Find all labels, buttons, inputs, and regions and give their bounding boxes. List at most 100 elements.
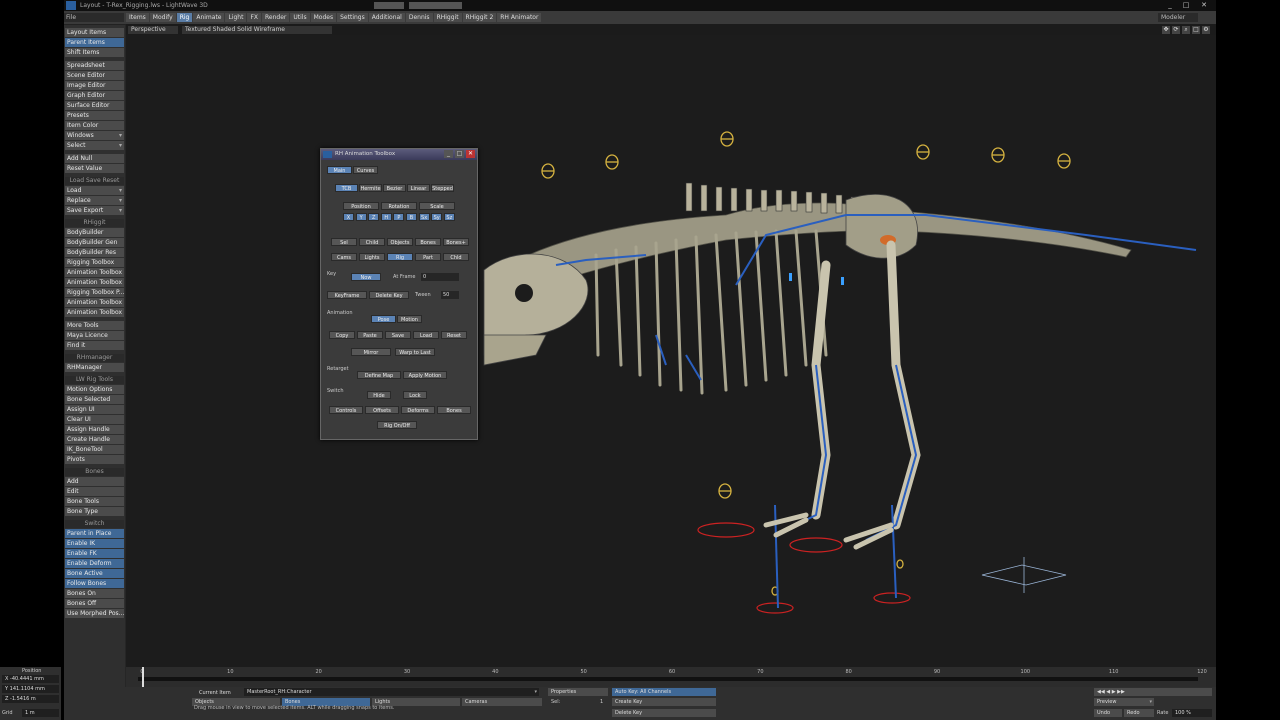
tab-rhiggit[interactable]: RHiggit	[433, 13, 462, 22]
tab-rhiggit-2[interactable]: RHiggit 2	[462, 13, 497, 22]
sidebar-item-follow-bones[interactable]: Follow Bones	[65, 579, 124, 588]
sidebar-item-shift-items[interactable]: Shift Items	[65, 48, 124, 57]
hermite-button[interactable]: Hermite	[359, 184, 382, 192]
sidebar-item-parent-items[interactable]: Parent Items	[65, 38, 124, 47]
sidebar-item-save-export[interactable]: Save Export ▾	[65, 206, 124, 215]
sidebar-item-edit[interactable]: Edit	[65, 487, 124, 496]
tab-fx[interactable]: FX	[247, 13, 262, 22]
current-item-dropdown[interactable]: MasterRoot_RH:Character ▾	[244, 688, 539, 696]
sidebar-item-bone-active[interactable]: Bone Active	[65, 569, 124, 578]
warp-to-last-button[interactable]: Warp to Last	[395, 348, 435, 356]
sidebar-item-animation-toolbox[interactable]: Animation Toolbox	[65, 308, 124, 317]
sidebar-item-bodybuilder-gen[interactable]: BodyBuilder Gen	[65, 238, 124, 247]
tab-items[interactable]: Items	[126, 13, 149, 22]
y-coord-field[interactable]: Y 141.1104 mm	[2, 685, 59, 693]
cameras-button[interactable]: Cameras	[462, 698, 542, 706]
rate-field[interactable]: 100 %	[1172, 709, 1212, 717]
panel-minimize-icon[interactable]: _	[444, 150, 453, 158]
position-button[interactable]: Position	[343, 202, 379, 210]
offsets-button[interactable]: Offsets	[365, 406, 399, 414]
current-frame-marker[interactable]	[142, 667, 144, 687]
sidebar-item-maya-licence[interactable]: Maya Licence	[65, 331, 124, 340]
sidebar-item-rigging-toolbox-p-[interactable]: Rigging Toolbox P...	[65, 288, 124, 297]
paste-button[interactable]: Paste	[357, 331, 383, 339]
sidebar-item-motion-options[interactable]: Motion Options	[65, 385, 124, 394]
sidebar-item-image-editor[interactable]: Image Editor	[65, 81, 124, 90]
save-button[interactable]: Save	[385, 331, 411, 339]
panel-tab-curves[interactable]: Curves	[353, 166, 378, 174]
sidebar-item-clear-ui[interactable]: Clear UI	[65, 415, 124, 424]
sidebar-item-animation-toolbox[interactable]: Animation Toolbox	[65, 298, 124, 307]
pose-button[interactable]: Pose	[371, 315, 396, 323]
deforms-button[interactable]: Deforms	[401, 406, 435, 414]
auto-key-button[interactable]: Auto Key: All Channels	[612, 688, 716, 696]
delete-key-button[interactable]: Delete Key	[369, 291, 409, 299]
rotation-button[interactable]: Rotation	[381, 202, 417, 210]
modeler-button[interactable]: Modeler	[1158, 13, 1198, 22]
sidebar-item-reset-value[interactable]: Reset Value	[65, 164, 124, 173]
tcb-button[interactable]: TCB	[335, 184, 358, 192]
sidebar-item-enable-fk[interactable]: Enable FK	[65, 549, 124, 558]
define-map-button[interactable]: Define Map	[357, 371, 401, 379]
sel-sel-button[interactable]: Sel	[331, 238, 357, 246]
channel-x-button[interactable]: X	[343, 213, 354, 221]
timeline[interactable]: 0102030405060708090100110120	[126, 667, 1216, 687]
tab-modes[interactable]: Modes	[310, 13, 337, 22]
move-icon[interactable]: ✥	[1162, 26, 1170, 34]
delete-key-button[interactable]: Delete Key	[612, 709, 716, 717]
scale-button[interactable]: Scale	[419, 202, 455, 210]
sidebar-item-add-null[interactable]: Add Null	[65, 154, 124, 163]
sidebar-item-rigging-toolbox[interactable]: Rigging Toolbox	[65, 258, 124, 267]
sel-child-button[interactable]: Child	[359, 238, 385, 246]
tab-animate[interactable]: Animate	[193, 13, 225, 22]
hide-button[interactable]: Hide	[367, 391, 391, 399]
key-now-checkbox[interactable]: Now	[351, 273, 381, 281]
x-coord-field[interactable]: X -40.4441 mm	[2, 675, 59, 683]
sidebar-item-animation-toolbox[interactable]: Animation Toolbox	[65, 278, 124, 287]
bezier-button[interactable]: Bezier	[383, 184, 406, 192]
sidebar-item-spreadsheet[interactable]: Spreadsheet	[65, 61, 124, 70]
z-coord-field[interactable]: Z -1.5416 m	[2, 695, 59, 703]
sidebar-item-enable-ik[interactable]: Enable IK	[65, 539, 124, 548]
shading-dropdown[interactable]: Textured Shaded Solid Wireframe	[182, 26, 332, 34]
sel2-rig-button[interactable]: Rig	[387, 253, 413, 261]
tab-rh-animator[interactable]: RH Animator	[497, 13, 542, 22]
sidebar-item-replace[interactable]: Replace ▾	[65, 196, 124, 205]
apply-motion-button[interactable]: Apply Motion	[403, 371, 447, 379]
file-dropdown[interactable]: File	[64, 13, 124, 22]
channel-sz-button[interactable]: Sz	[443, 213, 455, 221]
channel-y-button[interactable]: Y	[355, 213, 367, 221]
sidebar-item-pivots[interactable]: Pivots	[65, 455, 124, 464]
mirror-button[interactable]: Mirror	[351, 348, 391, 356]
tab-modify[interactable]: Modify	[149, 13, 176, 22]
tab-utils[interactable]: Utils	[290, 13, 310, 22]
sidebar-dropdown-select[interactable]: Select ▾	[65, 141, 124, 150]
sidebar-item-more-tools[interactable]: More Tools	[65, 321, 124, 330]
rotate-icon[interactable]: ⟳	[1172, 26, 1180, 34]
view-mode-dropdown[interactable]: Perspective	[128, 26, 178, 34]
channel-sy-button[interactable]: Sy	[431, 213, 443, 221]
redo-button[interactable]: Redo	[1124, 709, 1154, 717]
sel2-chld-button[interactable]: Chld	[443, 253, 469, 261]
sidebar-item-find-it[interactable]: Find it	[65, 341, 124, 350]
sidebar-item-ik-bonetool[interactable]: IK_BoneTool	[65, 445, 124, 454]
tab-light[interactable]: Light	[225, 13, 247, 22]
motion-button[interactable]: Motion	[397, 315, 422, 323]
sidebar-item-animation-toolbox[interactable]: Animation Toolbox	[65, 268, 124, 277]
sidebar-item-bones-off[interactable]: Bones Off	[65, 599, 124, 608]
controls-button[interactable]: Controls	[329, 406, 363, 414]
preview-dropdown[interactable]: Preview ▾	[1094, 698, 1154, 706]
sidebar-item-presets[interactable]: Presets	[65, 111, 124, 120]
sidebar-dropdown-windows[interactable]: Windows ▾	[65, 131, 124, 140]
channel-sx-button[interactable]: Sx	[418, 213, 430, 221]
viewport-3d[interactable]: RH Animation Toolbox _ □ ✕ Main Curves TCB…	[126, 35, 1216, 667]
channel-z-button[interactable]: Z	[368, 213, 380, 221]
close-icon[interactable]: ✕	[1198, 1, 1210, 10]
keyframe-button[interactable]: KeyFrame	[327, 291, 367, 299]
bones-button[interactable]: Bones	[437, 406, 471, 414]
timeline-track[interactable]	[138, 677, 1198, 681]
settings-icon[interactable]: ⚙	[1202, 26, 1210, 34]
channel-b-button[interactable]: B	[406, 213, 417, 221]
sidebar-item-bones-on[interactable]: Bones On	[65, 589, 124, 598]
sel2-cams-button[interactable]: Cams	[331, 253, 357, 261]
